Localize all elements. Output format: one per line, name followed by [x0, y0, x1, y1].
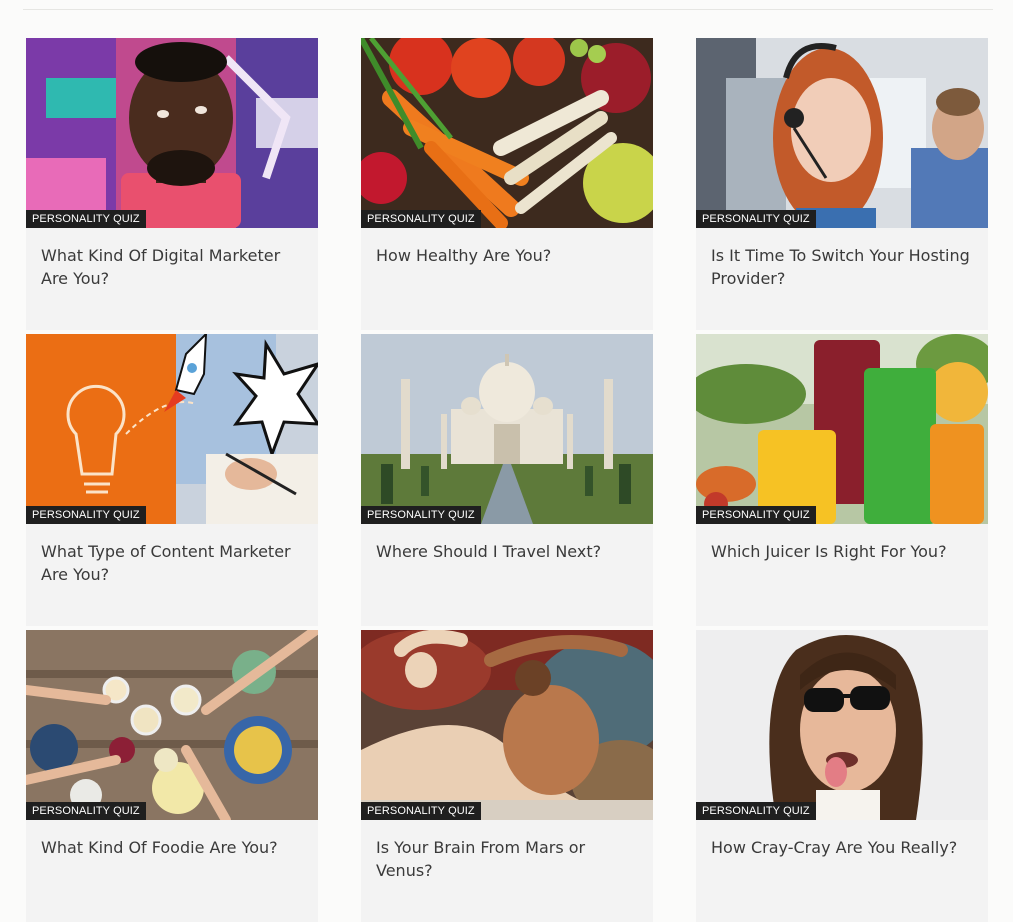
quiz-type-badge: PERSONALITY QUIZ	[696, 210, 816, 228]
quiz-card-digital-marketer[interactable]: PERSONALITY QUIZ What Kind Of Digital Ma…	[26, 38, 318, 330]
quiz-card-content-marketer[interactable]: PERSONALITY QUIZ What Type of Content Ma…	[26, 334, 318, 626]
quiz-title-link[interactable]: What Kind Of Digital Marketer Are You?	[41, 244, 306, 290]
quiz-type-badge: PERSONALITY QUIZ	[696, 802, 816, 820]
sunglasses-tongue-man-image	[696, 630, 988, 820]
quiz-type-badge: PERSONALITY QUIZ	[361, 210, 481, 228]
quiz-card-juicer[interactable]: PERSONALITY QUIZ Which Juicer Is Right F…	[696, 334, 988, 626]
quiz-thumbnail[interactable]: PERSONALITY QUIZ	[361, 38, 653, 228]
quiz-card-cray-cray[interactable]: PERSONALITY QUIZ How Cray-Cray Are You R…	[696, 630, 988, 922]
top-divider	[23, 9, 993, 10]
quiz-thumbnail[interactable]: PERSONALITY QUIZ	[361, 334, 653, 524]
quiz-card-foodie[interactable]: PERSONALITY QUIZ What Kind Of Foodie Are…	[26, 630, 318, 922]
juice-glasses-image	[696, 334, 988, 524]
quiz-type-badge: PERSONALITY QUIZ	[26, 506, 146, 524]
quiz-card-hosting-provider[interactable]: PERSONALITY QUIZ Is It Time To Switch Yo…	[696, 38, 988, 330]
quiz-title-link[interactable]: Is Your Brain From Mars or Venus?	[376, 836, 641, 882]
quiz-card-healthy[interactable]: PERSONALITY QUIZ How Healthy Are You?	[361, 38, 653, 330]
quiz-type-badge: PERSONALITY QUIZ	[361, 506, 481, 524]
quiz-thumbnail[interactable]: PERSONALITY QUIZ	[696, 334, 988, 524]
taj-mahal-image	[361, 334, 653, 524]
quiz-type-badge: PERSONALITY QUIZ	[26, 210, 146, 228]
quiz-card-mars-venus[interactable]: PERSONALITY QUIZ Is Your Brain From Mars…	[361, 630, 653, 922]
quiz-type-badge: PERSONALITY QUIZ	[361, 802, 481, 820]
quiz-title-link[interactable]: How Cray-Cray Are You Really?	[711, 836, 976, 859]
quiz-thumbnail[interactable]: PERSONALITY QUIZ	[26, 334, 318, 524]
quiz-thumbnail[interactable]: PERSONALITY QUIZ	[361, 630, 653, 820]
quiz-thumbnail[interactable]: PERSONALITY QUIZ	[696, 38, 988, 228]
quiz-title-link[interactable]: What Kind Of Foodie Are You?	[41, 836, 306, 859]
quiz-title-link[interactable]: Which Juicer Is Right For You?	[711, 540, 976, 563]
quiz-title-link[interactable]: Is It Time To Switch Your Hosting Provid…	[711, 244, 976, 290]
man-graffiti-wall-image	[26, 38, 318, 228]
rocket-lightbulb-writing-image	[26, 334, 318, 524]
quiz-title-link[interactable]: Where Should I Travel Next?	[376, 540, 641, 563]
quiz-type-badge: PERSONALITY QUIZ	[696, 506, 816, 524]
quiz-grid: PERSONALITY QUIZ What Kind Of Digital Ma…	[26, 38, 988, 922]
quiz-thumbnail[interactable]: PERSONALITY QUIZ	[26, 38, 318, 228]
vegetables-image	[361, 38, 653, 228]
quiz-title-link[interactable]: How Healthy Are You?	[376, 244, 641, 267]
mars-venus-painting-image	[361, 630, 653, 820]
dinner-table-toast-image	[26, 630, 318, 820]
headset-support-agent-image	[696, 38, 988, 228]
quiz-type-badge: PERSONALITY QUIZ	[26, 802, 146, 820]
quiz-card-travel[interactable]: PERSONALITY QUIZ Where Should I Travel N…	[361, 334, 653, 626]
quiz-thumbnail[interactable]: PERSONALITY QUIZ	[26, 630, 318, 820]
quiz-thumbnail[interactable]: PERSONALITY QUIZ	[696, 630, 988, 820]
quiz-title-link[interactable]: What Type of Content Marketer Are You?	[41, 540, 306, 586]
